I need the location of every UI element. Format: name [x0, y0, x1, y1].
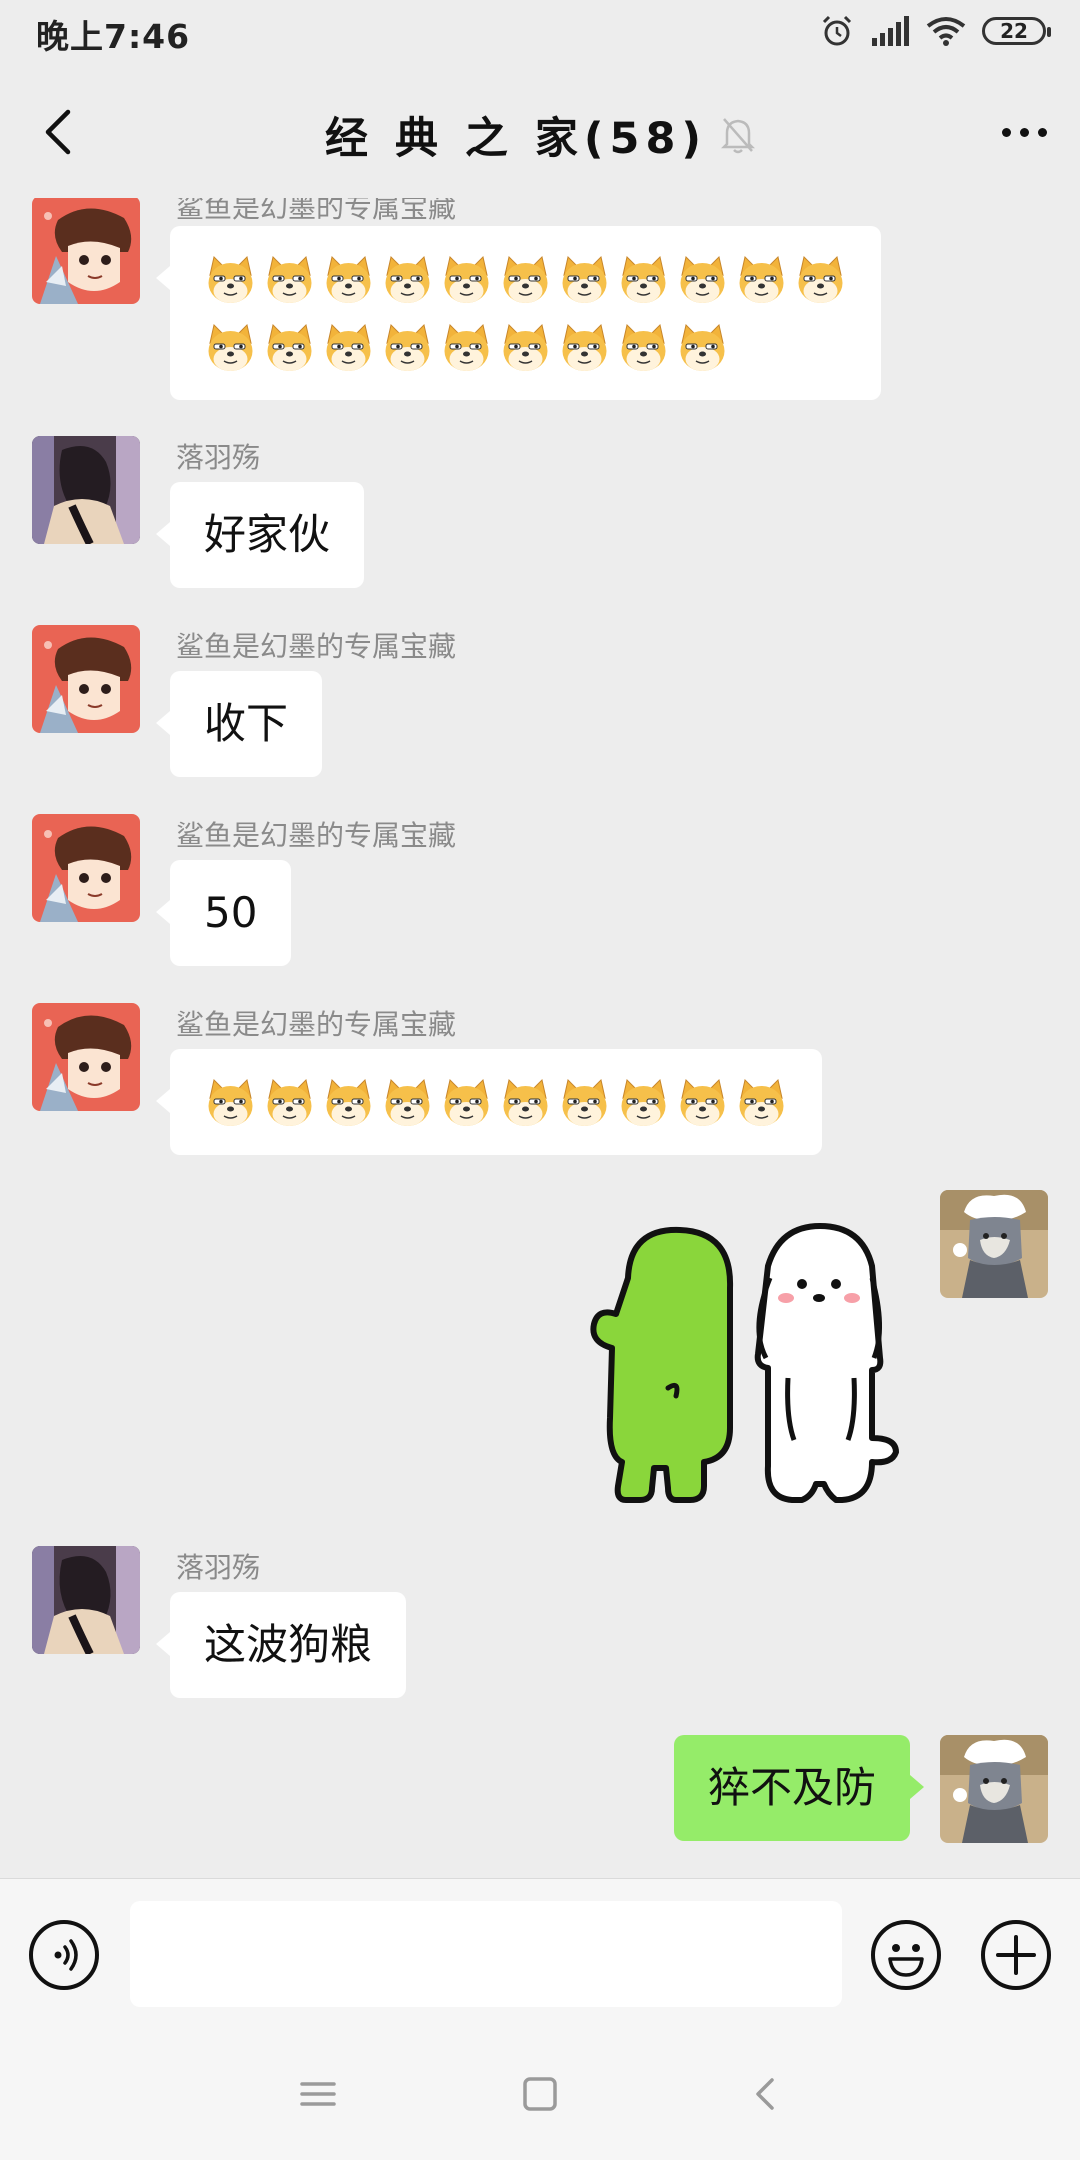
- avatar[interactable]: [32, 436, 140, 544]
- more-dot-icon: [1001, 127, 1011, 137]
- doge-emoji: [499, 1076, 552, 1129]
- wifi-icon: [926, 17, 966, 46]
- doge-emoji: [381, 1076, 434, 1129]
- avatar[interactable]: [940, 1735, 1048, 1843]
- sender-name: 鲨鱼是幻墨的专属宝藏: [176, 630, 457, 663]
- doge-emoji: [499, 321, 552, 374]
- input-bar: [0, 1878, 1080, 2029]
- doge-emoji: [735, 253, 788, 306]
- status-time: 晚上7:46: [36, 17, 191, 56]
- message-bubble[interactable]: 好家伙: [155, 482, 365, 588]
- status-bar: 晚上7:46 22: [0, 0, 1080, 66]
- sender-name: 鲨鱼是幻墨的专属宝藏: [176, 198, 457, 224]
- battery-indicator: 22: [982, 17, 1051, 45]
- more-dot-icon: [1019, 127, 1029, 137]
- doge-emoji: [381, 321, 434, 374]
- message-bubble[interactable]: [156, 1049, 822, 1155]
- doge-emoji: [676, 321, 729, 374]
- avatar[interactable]: [32, 1546, 140, 1654]
- more-options-button[interactable]: [994, 102, 1054, 162]
- doge-emoji: [617, 253, 670, 306]
- emoji-row: [204, 1071, 788, 1133]
- message-bubble[interactable]: 这波狗粮: [155, 1592, 407, 1698]
- emoji-row: [204, 248, 847, 310]
- doge-emoji: [558, 321, 611, 374]
- sender-name: 落羽殇: [176, 441, 261, 474]
- chat-title: 经 典 之 家(58): [324, 114, 708, 164]
- doge-emoji: [794, 253, 847, 306]
- doge-emoji: [676, 253, 729, 306]
- back-icon[interactable]: [744, 2072, 788, 2116]
- doge-emoji: [440, 321, 493, 374]
- more-dot-icon: [1037, 127, 1047, 137]
- doge-emoji: [263, 321, 316, 374]
- doge-emoji: [204, 321, 257, 374]
- message-list[interactable]: 鲨鱼是幻墨的专属宝藏 落羽殇 好家伙 鲨鱼是幻墨的专属宝藏 收下 鲨鱼是幻墨的专…: [0, 198, 1080, 1878]
- avatar[interactable]: [940, 1190, 1048, 1298]
- message-bubble[interactable]: 50: [155, 860, 292, 966]
- message-bubble[interactable]: 收下: [155, 671, 323, 777]
- avatar[interactable]: [32, 1003, 140, 1111]
- avatar[interactable]: [32, 814, 140, 922]
- doge-emoji: [204, 1076, 257, 1129]
- doge-emoji: [204, 253, 257, 306]
- doge-emoji: [440, 1076, 493, 1129]
- message-input[interactable]: [130, 1901, 842, 2007]
- doge-emoji: [735, 1076, 788, 1129]
- voice-input-icon[interactable]: [28, 1919, 100, 1991]
- mute-bell-icon: [721, 118, 756, 154]
- doge-emoji: [263, 1076, 316, 1129]
- green-and-white-dog-sticker[interactable]: [580, 1218, 910, 1508]
- signal-icon: [872, 16, 909, 46]
- doge-emoji: [558, 1076, 611, 1129]
- sender-name: 鲨鱼是幻墨的专属宝藏: [176, 1008, 457, 1041]
- emoji-row: [204, 316, 847, 378]
- doge-emoji: [381, 253, 434, 306]
- menu-icon[interactable]: [296, 2072, 340, 2116]
- doge-emoji: [322, 1076, 375, 1129]
- doge-emoji: [263, 253, 316, 306]
- doge-emoji: [322, 321, 375, 374]
- sender-name: 鲨鱼是幻墨的专属宝藏: [176, 819, 457, 852]
- emoji-smiley-icon[interactable]: [870, 1919, 942, 1991]
- doge-emoji: [440, 253, 493, 306]
- doge-emoji: [676, 1076, 729, 1129]
- doge-emoji: [558, 253, 611, 306]
- message-bubble[interactable]: [156, 226, 881, 400]
- doge-emoji: [617, 321, 670, 374]
- avatar[interactable]: [32, 198, 140, 304]
- sender-name: 落羽殇: [176, 1551, 261, 1584]
- avatar[interactable]: [32, 625, 140, 733]
- doge-emoji: [499, 253, 552, 306]
- home-icon[interactable]: [518, 2072, 562, 2116]
- message-bubble[interactable]: 猝不及防: [673, 1735, 925, 1841]
- doge-emoji: [322, 253, 375, 306]
- alarm-icon: [822, 15, 852, 46]
- plus-icon[interactable]: [980, 1919, 1052, 1991]
- system-nav-bar: [0, 2028, 1080, 2160]
- doge-emoji: [617, 1076, 670, 1129]
- chat-header: 经 典 之 家(58): [0, 66, 1080, 198]
- status-icons: 22: [820, 14, 1051, 48]
